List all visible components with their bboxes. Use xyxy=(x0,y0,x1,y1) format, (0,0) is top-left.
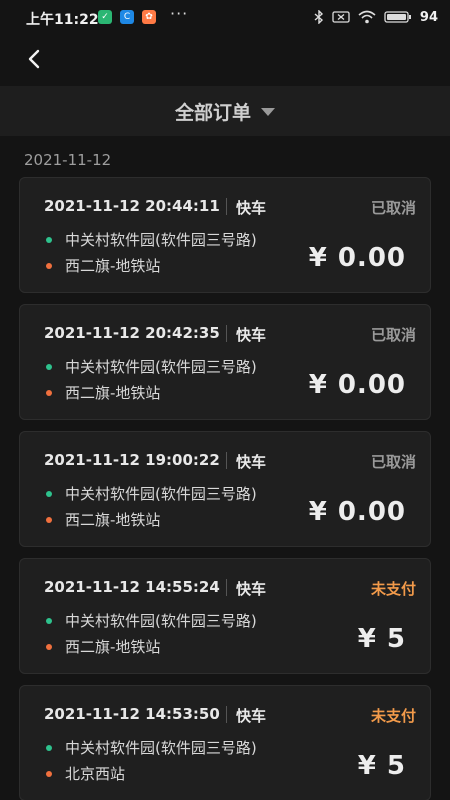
divider xyxy=(226,198,227,215)
status-bar: 上午11:22 ✓ C ✿ ··· 94 xyxy=(0,0,450,34)
order-price: ¥ 0.00 xyxy=(308,243,406,273)
order-status: 未支付 xyxy=(370,707,416,725)
end-dot-icon xyxy=(46,390,52,396)
order-price: ¥ 5 xyxy=(357,624,406,654)
start-location: 中关村软件园(软件园三号路) xyxy=(65,739,257,757)
end-location: 西二旗-地铁站 xyxy=(65,384,161,402)
more-notifications-icon: ··· xyxy=(170,4,189,23)
start-dot-icon xyxy=(46,745,52,751)
status-indicators: 94 xyxy=(314,9,438,25)
divider xyxy=(226,325,227,342)
order-list: 2021-11-12 20:44:11 快车 已取消 中关村软件园(软件园三号路) 西二… xyxy=(19,177,431,800)
sim-off-icon xyxy=(332,11,350,23)
order-time: 2021-11-12 14:53:50 xyxy=(44,705,220,723)
wifi-icon xyxy=(358,10,376,24)
end-location: 西二旗-地铁站 xyxy=(65,511,161,529)
start-dot-icon xyxy=(46,618,52,624)
end-location: 北京西站 xyxy=(65,765,126,783)
end-dot-icon xyxy=(46,517,52,523)
start-dot-icon xyxy=(46,237,52,243)
app-notification-icon: C xyxy=(120,10,134,24)
battery-icon xyxy=(384,11,411,23)
order-price: ¥ 5 xyxy=(357,751,406,781)
order-status: 未支付 xyxy=(370,580,416,598)
start-dot-icon xyxy=(46,491,52,497)
end-location: 西二旗-地铁站 xyxy=(65,257,161,275)
battery-percent: 94 xyxy=(419,9,438,25)
order-status: 已取消 xyxy=(370,199,416,217)
order-type: 快车 xyxy=(236,326,267,344)
order-card[interactable]: 2021-11-12 14:53:50 快车 未支付中关村软件园(软件园三号路) 北京… xyxy=(19,685,431,800)
start-dot-icon xyxy=(46,364,52,370)
page-title: 全部订单 xyxy=(174,101,251,124)
order-status: 已取消 xyxy=(370,326,416,344)
order-type: 快车 xyxy=(236,707,267,725)
order-time: 2021-11-12 14:55:24 xyxy=(44,578,220,596)
start-location: 中关村软件园(软件园三号路) xyxy=(65,485,257,503)
order-type: 快车 xyxy=(236,199,267,217)
app-notification-icon: ✿ xyxy=(142,10,156,24)
order-card[interactable]: 2021-11-12 14:55:24 快车 未支付中关村软件园(软件园三号路) 西二… xyxy=(19,558,431,674)
order-time: 2021-11-12 20:42:35 xyxy=(44,324,220,342)
end-dot-icon xyxy=(46,263,52,269)
end-dot-icon xyxy=(46,644,52,650)
divider xyxy=(226,706,227,723)
end-dot-icon xyxy=(46,771,52,777)
order-card[interactable]: 2021-11-12 20:42:35 快车 已取消中关村软件园(软件园三号路) 西二… xyxy=(19,304,431,420)
bluetooth-icon xyxy=(314,10,323,24)
start-location: 中关村软件园(软件园三号路) xyxy=(65,358,257,376)
order-type: 快车 xyxy=(236,453,267,471)
order-price: ¥ 0.00 xyxy=(308,497,406,527)
nav-bar xyxy=(0,34,450,84)
order-time: 2021-11-12 19:00:22 xyxy=(44,451,220,469)
app-notification-icon: ✓ xyxy=(98,10,112,24)
order-price: ¥ 0.00 xyxy=(308,370,406,400)
chevron-left-icon xyxy=(28,49,40,69)
start-location: 中关村软件园(软件园三号路) xyxy=(65,231,257,249)
start-location: 中关村软件园(软件园三号路) xyxy=(65,612,257,630)
order-type: 快车 xyxy=(236,580,267,598)
date-group-header: 2021-11-12 xyxy=(24,151,112,169)
divider xyxy=(226,452,227,469)
order-filter-dropdown[interactable]: 全部订单 xyxy=(0,86,450,136)
order-status: 已取消 xyxy=(370,453,416,471)
order-card[interactable]: 2021-11-12 20:44:11 快车 已取消中关村软件园(软件园三号路) 西二… xyxy=(19,177,431,293)
order-card[interactable]: 2021-11-12 19:00:22 快车 已取消中关村软件园(软件园三号路) 西二… xyxy=(19,431,431,547)
caret-down-icon xyxy=(261,108,275,116)
order-time: 2021-11-12 20:44:11 xyxy=(44,197,220,215)
end-location: 西二旗-地铁站 xyxy=(65,638,161,656)
status-time: 上午11:22 xyxy=(26,12,99,28)
divider xyxy=(226,579,227,596)
back-button[interactable] xyxy=(18,44,50,74)
